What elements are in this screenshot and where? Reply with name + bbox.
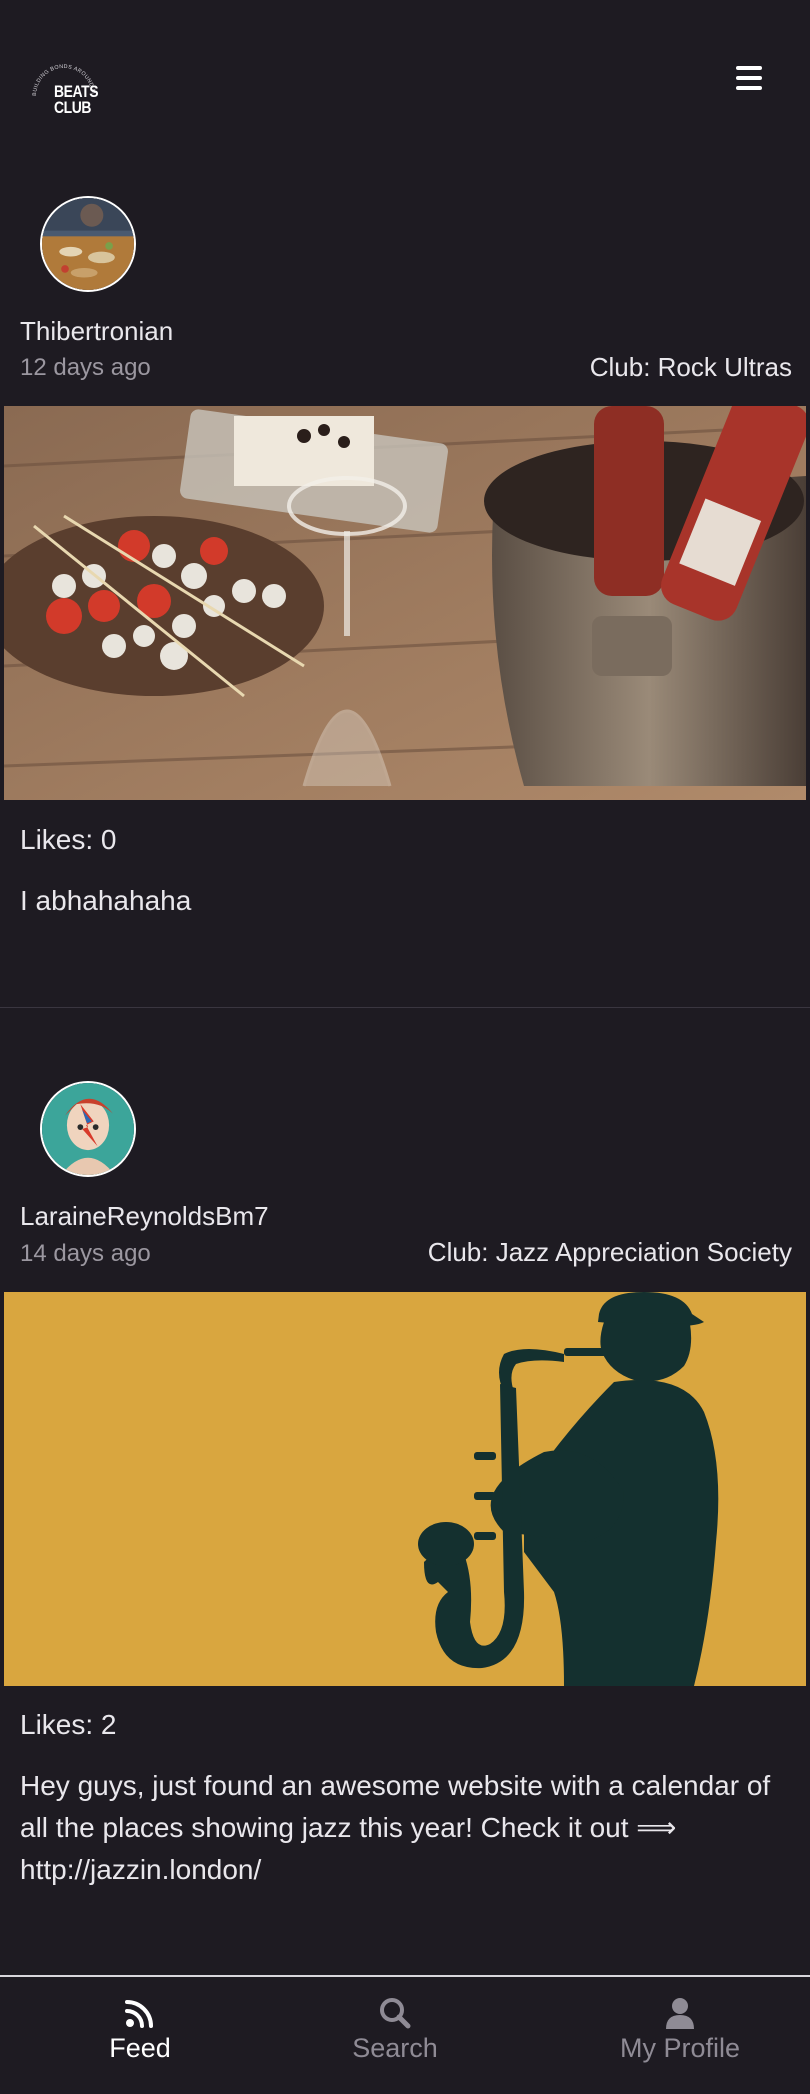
post-likes[interactable]: Likes: 0 — [20, 824, 117, 856]
nav-feed[interactable]: Feed — [40, 1977, 240, 2094]
bowie-portrait-avatar-icon — [42, 1083, 134, 1175]
post-timestamp: 14 days ago — [20, 1240, 151, 1267]
post-likes[interactable]: Likes: 2 — [20, 1709, 117, 1741]
user-icon — [666, 1998, 694, 2029]
post-username[interactable]: LaraineReynoldsBm7 — [20, 1201, 269, 1232]
user-avatar[interactable] — [40, 1081, 136, 1177]
logo-wordmark: BEATS CLUB — [54, 83, 99, 117]
app-page: BUILDING BONDS AROUND MUSIC BEATS CLUB — [0, 0, 810, 2094]
saxophone-player-silhouette — [4, 1292, 806, 1686]
search-icon — [380, 1998, 411, 2029]
logo-line-2: CLUB — [54, 98, 92, 117]
post-username[interactable]: Thibertronian — [20, 316, 173, 347]
hamburger-menu-icon[interactable] — [730, 62, 770, 94]
bottom-navigation: Feed Search My Profile — [0, 1975, 810, 2094]
nav-search-label: Search — [352, 2033, 438, 2063]
nav-search[interactable]: Search — [295, 1977, 495, 2094]
nav-feed-label: Feed — [109, 2033, 171, 2063]
post-image[interactable] — [4, 406, 806, 800]
nav-my-profile[interactable]: My Profile — [560, 1977, 800, 2094]
rss-feed-icon — [125, 2000, 153, 2028]
post-club-link[interactable]: Club: Rock Ultras — [590, 352, 792, 383]
app-header: BUILDING BONDS AROUND MUSIC BEATS CLUB — [0, 0, 810, 160]
nav-my-profile-label: My Profile — [619, 2033, 741, 2063]
post-club-link[interactable]: Club: Jazz Appreciation Society — [428, 1237, 792, 1268]
post-image[interactable] — [4, 1292, 806, 1686]
post-text: Hey guys, just found an awesome website … — [20, 1770, 771, 1885]
post-divider — [0, 1007, 810, 1008]
user-avatar[interactable] — [40, 196, 136, 292]
food-and-wine-photo — [4, 406, 806, 800]
food-table-avatar-icon — [42, 198, 134, 290]
post-timestamp: 12 days ago — [20, 354, 151, 381]
post-text: I abhahahaha — [20, 885, 192, 916]
beats-club-logo[interactable]: BUILDING BONDS AROUND MUSIC BEATS CLUB — [24, 52, 102, 132]
